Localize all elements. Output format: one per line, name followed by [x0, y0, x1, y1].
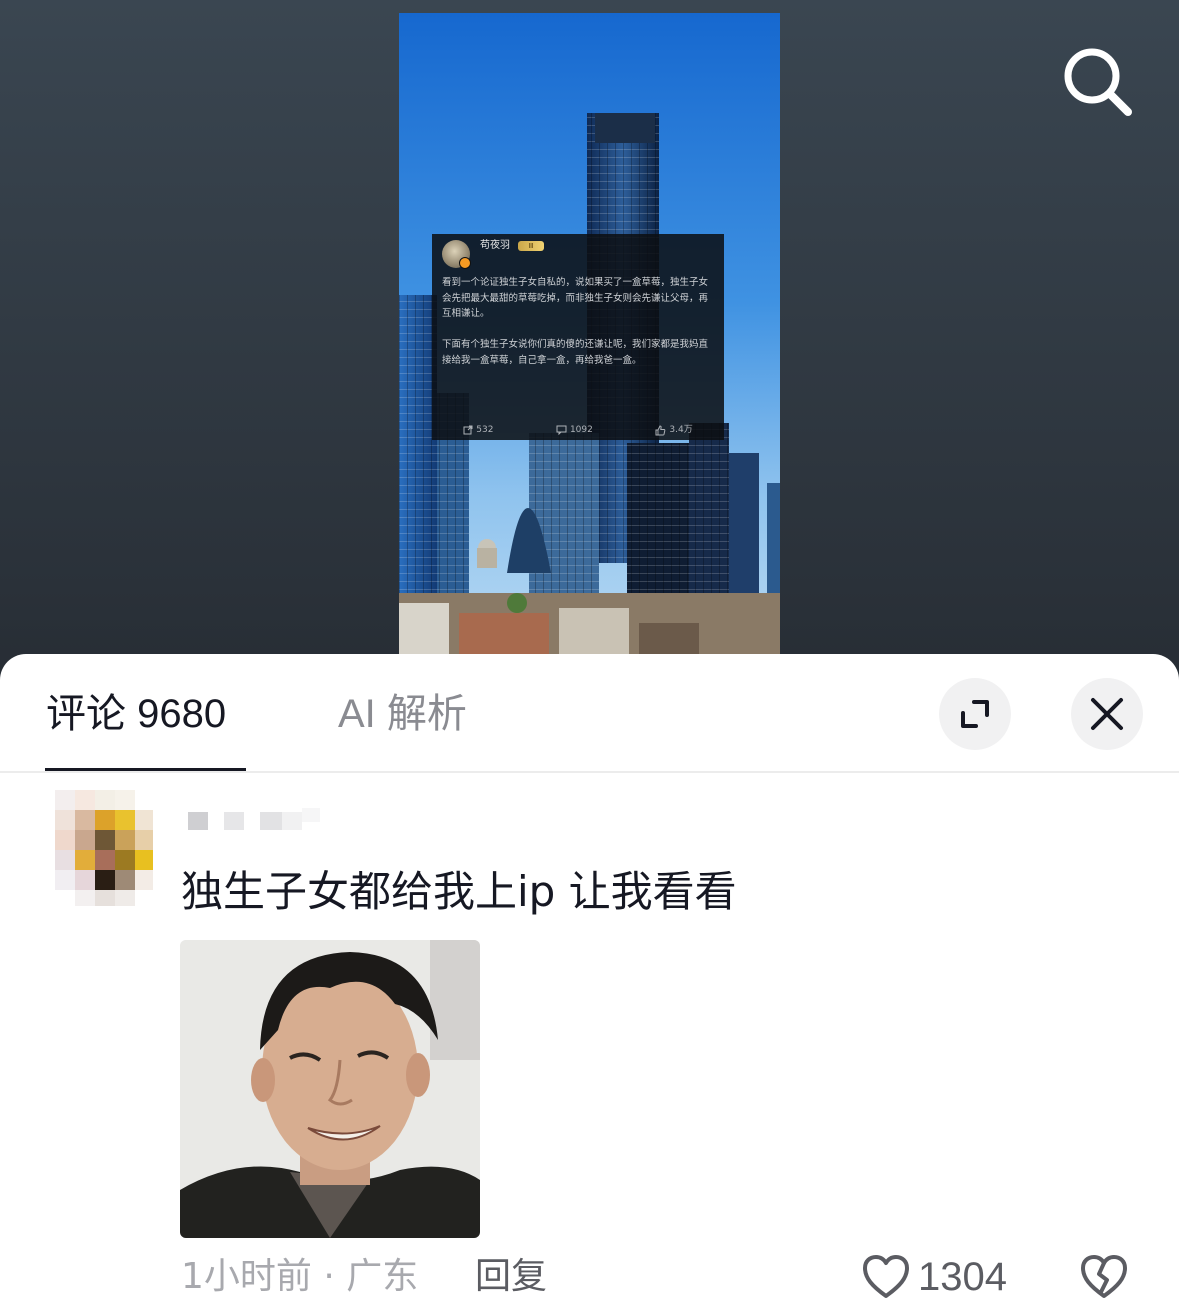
- commenter-avatar[interactable]: [55, 790, 155, 906]
- post-author-avatar: [442, 240, 471, 269]
- post-comment-count: 1092: [569, 424, 593, 435]
- close-button[interactable]: [1071, 678, 1143, 750]
- blurred-username-image: [188, 808, 320, 830]
- post-paragraph-2: 下面有个独生子女说你们真的傻的还谦让呢，我们家都是我妈直接给我一盒草莓，自己拿一…: [442, 339, 709, 366]
- post-like-count: 3.4万: [669, 424, 693, 435]
- post-stats: 532 1092 3.4万: [432, 423, 724, 439]
- broken-heart-icon[interactable]: [1080, 1254, 1128, 1300]
- like-count: 1304: [918, 1255, 1007, 1299]
- meme-face-image: [180, 940, 480, 1238]
- close-icon: [1091, 698, 1123, 730]
- thumbs-up-icon: [655, 425, 666, 436]
- tab-comments[interactable]: 评论 9680: [46, 690, 226, 738]
- verified-badge-icon: [459, 257, 471, 269]
- comment-time-location: 1小时前 · 广东: [181, 1256, 419, 1297]
- comment-image[interactable]: [180, 940, 480, 1238]
- comment-text: 独生子女都给我上ip 让我看看: [181, 867, 737, 916]
- search-icon[interactable]: [1060, 44, 1136, 120]
- tab-ai-analysis[interactable]: AI 解析: [338, 690, 467, 738]
- post-repost-stat: 532: [463, 423, 493, 439]
- post-paragraph-1: 看到一个论证独生子女自私的，说如果买了一盒草莓，独生子女会先把最大最甜的草莓吃掉…: [442, 277, 709, 319]
- comments-sheet: [0, 654, 1179, 1305]
- post-like-stat: 3.4万: [655, 423, 693, 439]
- header-divider: [0, 771, 1179, 773]
- post-author-name: 苟夜羽: [480, 240, 510, 251]
- heart-icon[interactable]: [862, 1254, 910, 1300]
- repost-icon: [463, 425, 473, 435]
- post-level-badge: Ⅲ: [518, 241, 544, 251]
- comment-icon: [556, 425, 567, 436]
- commenter-username-blurred[interactable]: [188, 808, 328, 834]
- post-repost-count: 532: [476, 424, 494, 435]
- expand-icon: [961, 700, 989, 728]
- pixelated-avatar-image: [55, 790, 155, 906]
- expand-button[interactable]: [939, 678, 1011, 750]
- post-comment-stat: 1092: [556, 423, 593, 439]
- reply-button[interactable]: 回复: [475, 1253, 547, 1301]
- weibo-post-card: 苟夜羽 Ⅲ 看到一个论证独生子女自私的，说如果买了一盒草莓，独生子女会先把最大最…: [432, 234, 724, 440]
